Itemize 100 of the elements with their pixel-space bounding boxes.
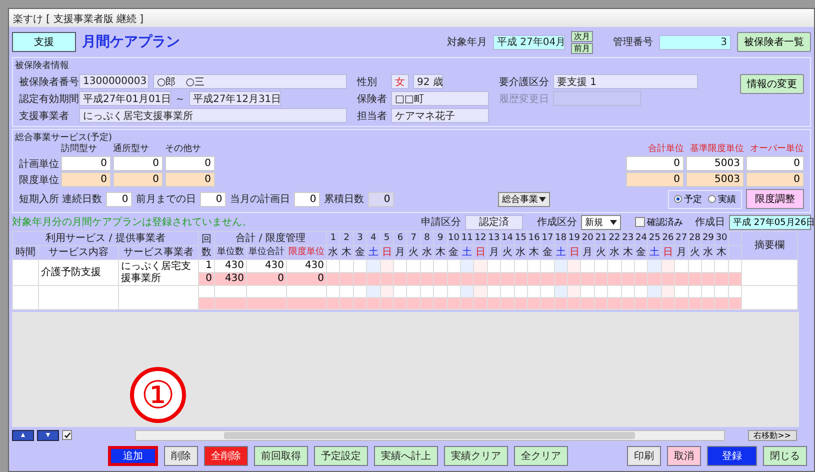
field-label: 当月の計画日: [230, 192, 290, 206]
action-button[interactable]: 印刷: [627, 446, 661, 466]
care-level-field: 要支援 1: [553, 74, 698, 89]
radio-option[interactable]: 実績: [708, 192, 736, 206]
column-header: 時間: [12, 246, 38, 260]
field-label: 支援事業者: [19, 110, 70, 122]
field-label: 要介護区分: [499, 76, 549, 88]
day-header: 21: [594, 232, 608, 246]
tilde-text: ～: [175, 92, 185, 106]
field-label: 前月までの日: [136, 193, 196, 206]
total-value: 0: [746, 156, 804, 171]
column-header: 利用サービス / 提供事業者: [12, 232, 199, 246]
date-field: 平成27年12月31日: [189, 91, 281, 106]
action-button[interactable]: 削除: [164, 446, 198, 466]
column-header: 通所型サ: [113, 142, 150, 155]
horizontal-scrollbar[interactable]: [135, 430, 725, 440]
mode-badge: 支援: [12, 32, 76, 52]
radio-option[interactable]: 予定: [674, 192, 702, 206]
prev-month-button[interactable]: 前月: [571, 42, 593, 54]
day-header: 15: [514, 232, 528, 246]
change-info-button[interactable]: 情報の変更: [740, 74, 804, 94]
field-label: 申請区分: [421, 216, 461, 229]
annotation-mark: ①: [130, 367, 186, 423]
column-header: サービス事業者: [118, 246, 199, 260]
day-header: 2: [340, 232, 354, 246]
section-legend: 総合事業サービス(予定): [15, 131, 112, 144]
day-header: 16: [527, 232, 541, 246]
creation-dropdown[interactable]: 新規: [581, 214, 621, 230]
field-label: 累積日数: [324, 192, 364, 206]
row-label: 限度単位: [19, 174, 59, 186]
day-header: 13: [487, 232, 501, 246]
caret-icon: [610, 220, 617, 224]
total-value: 0: [746, 172, 804, 187]
column-header: その他サ: [165, 142, 202, 155]
insurer-field: □□町: [391, 91, 489, 106]
page-title: 月間ケアプラン: [82, 33, 180, 51]
day-count-field[interactable]: 0: [294, 192, 320, 206]
column-header: 合計単位: [647, 142, 684, 155]
field-label: 管理番号: [613, 36, 653, 49]
scroll-right-button[interactable]: 右移動>>: [748, 430, 797, 440]
column-header: 回数: [198, 232, 215, 260]
section-legend: 被保険者情報: [15, 59, 69, 72]
category-dropdown[interactable]: 総合事業: [498, 192, 550, 206]
day-header: 5: [380, 232, 394, 246]
limit-adjust-button[interactable]: 限度調整: [746, 189, 804, 209]
day-header: 23: [621, 232, 635, 246]
action-button[interactable]: 取消: [667, 446, 701, 466]
column-header: 訪問型サ: [61, 142, 98, 155]
day-header: 7: [406, 232, 420, 246]
action-button[interactable]: 全削除: [204, 446, 248, 466]
action-button[interactable]: 全クリア: [514, 446, 568, 466]
unit-value: 0: [165, 156, 215, 171]
action-button[interactable]: 前回取得: [254, 446, 308, 466]
column-header: 合計 / 限度管理: [214, 232, 327, 246]
field-label: 作成区分: [537, 216, 577, 229]
management-number-field[interactable]: 3: [659, 34, 731, 50]
day-header: 25: [648, 232, 662, 246]
day-header: 10: [447, 232, 460, 246]
column-header: 単位合計: [246, 246, 287, 260]
creation-date-field[interactable]: 平成 27年05月26日: [729, 214, 811, 230]
field-label: 履歴変更日: [499, 92, 549, 106]
action-button[interactable]: 追加: [108, 446, 158, 466]
field-label: 性別: [357, 76, 378, 88]
name-field: ○郎 ○三: [153, 74, 347, 89]
unit-value: 0: [165, 172, 215, 187]
total-value: 5003: [686, 172, 744, 187]
auto-checkbox[interactable]: [62, 430, 72, 440]
field-label: 保険者: [357, 92, 387, 106]
field-label: 短期入所 連続日数: [19, 192, 102, 206]
caret-icon: [539, 196, 546, 202]
day-count-field[interactable]: 0: [200, 192, 226, 206]
day-header: 14: [500, 232, 514, 246]
total-value: 0: [626, 172, 684, 187]
unit-value: 0: [113, 172, 163, 187]
day-header: 18: [554, 232, 568, 246]
next-month-button[interactable]: 次月: [571, 30, 593, 42]
day-header: 9: [434, 232, 448, 246]
insured-list-button[interactable]: 被保険者一覧: [737, 32, 811, 52]
day-header: 29: [701, 232, 715, 246]
day-header: 20: [580, 232, 594, 246]
age-field: 92 歳: [413, 74, 443, 89]
target-month-field: 平成 27年04月: [493, 34, 565, 50]
day-header: 28: [688, 232, 702, 246]
action-button[interactable]: 予定設定: [314, 446, 368, 466]
action-button[interactable]: 実績クリア: [444, 446, 508, 466]
date-field: 平成27年01月01日: [79, 91, 171, 106]
column-header: オーバー単位: [749, 142, 804, 155]
day-count-field[interactable]: 0: [106, 192, 132, 206]
action-button[interactable]: 実績へ計上: [374, 446, 438, 466]
manager-field: ケアマネ花子: [391, 108, 489, 123]
field-label: 対象年月: [447, 36, 487, 49]
day-header: 6: [393, 232, 407, 246]
action-button[interactable]: 登録: [707, 446, 757, 466]
day-header: 22: [608, 232, 622, 246]
action-button[interactable]: 閉じる: [763, 446, 807, 466]
day-header: 3: [353, 232, 367, 246]
table-cell: 430: [286, 260, 327, 272]
confirmed-checkbox[interactable]: 確認済み: [635, 216, 683, 228]
window-title: 楽すけ [ 支援事業者版 継続 ]: [9, 9, 814, 27]
day-header: 8: [420, 232, 434, 246]
